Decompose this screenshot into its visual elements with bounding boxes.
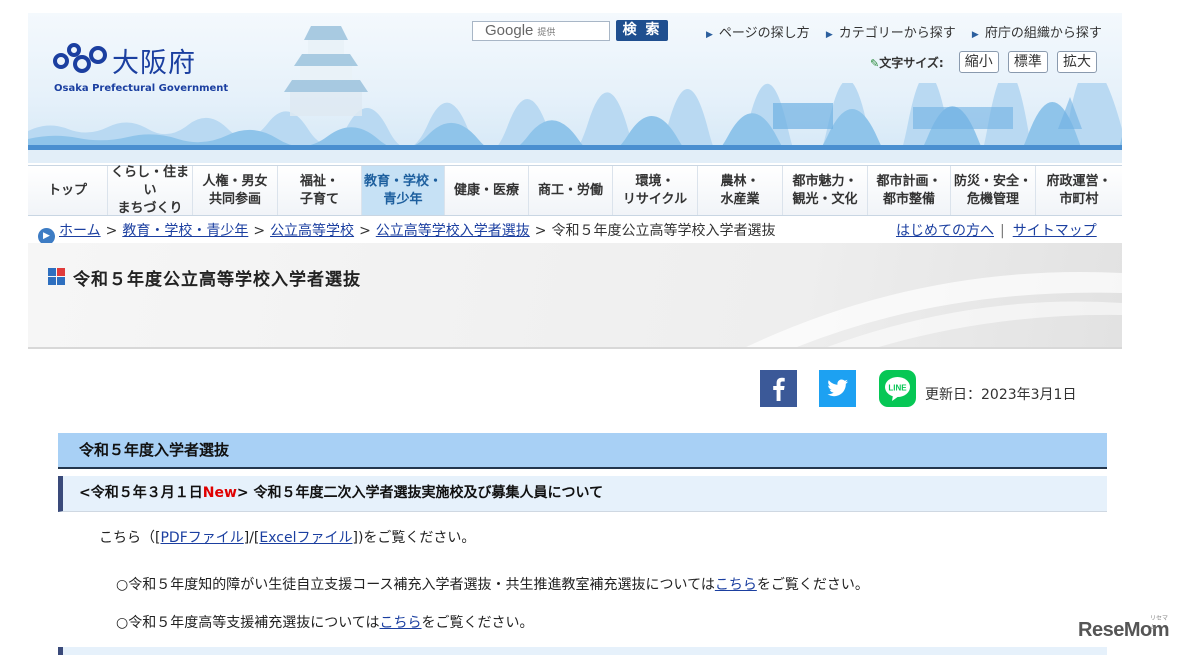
search-input[interactable]: Google 提供 — [472, 21, 610, 41]
search-button[interactable]: 検 索 — [616, 20, 668, 41]
logo-text[interactable]: 大阪府 — [112, 41, 196, 80]
utility-links: はじめての方へ | サイトマップ — [896, 223, 1097, 239]
svg-text:LINE: LINE — [888, 384, 907, 393]
nav-living[interactable]: くらし・住まい まちづくり — [108, 165, 193, 216]
updated-date: 更新日：2023年3月1日 — [925, 387, 1077, 403]
pen-icon: ✎ — [870, 56, 880, 70]
breadcrumb-admission[interactable]: 公立高等学校入学者選抜 — [376, 223, 530, 239]
triangle-right-icon: ▶ — [706, 30, 713, 40]
nav-administration[interactable]: 府政運営・ 市町村 — [1036, 166, 1122, 215]
osaka-logo-icon — [53, 43, 107, 73]
top-links: ▶ ページの探し方 ▶ カテゴリーから探す ▶ 府庁の組織から探す — [706, 22, 1114, 41]
triangle-right-icon: ▶ — [971, 30, 979, 40]
nav-human-rights[interactable]: 人権・男女 共同参画 — [193, 166, 278, 215]
nav-disaster[interactable]: 防災・安全・ 危機管理 — [951, 166, 1036, 215]
link-how-to-find[interactable]: ▶ ページの探し方 — [706, 26, 810, 41]
title-band: 令和５年度公立高等学校入学者選抜 — [28, 243, 1122, 349]
nav-welfare[interactable]: 福祉・ 子育て — [278, 166, 362, 215]
font-size-label: 文字サイズ: — [879, 55, 944, 70]
notice-paragraph-3: ○令和５年度高等支援補充選抜についてはこちらをご覧ください。 — [116, 615, 534, 631]
excel-file-link[interactable]: Excelファイル — [259, 530, 352, 546]
decorative-swoosh — [746, 271, 1122, 347]
breadcrumb-current: 令和５年度公立高等学校入学者選抜 — [551, 223, 776, 239]
nav-education[interactable]: 教育・学校・ 青少年 — [362, 166, 445, 215]
breadcrumb-public-high-school[interactable]: 公立高等学校 — [270, 223, 354, 239]
line-icon: LINE — [885, 377, 910, 401]
supplementary-selection-link[interactable]: こちら — [715, 577, 757, 593]
link-by-organization[interactable]: ▶ 府庁の組織から探す — [972, 26, 1102, 41]
section-heading: 令和５年度入学者選抜 — [58, 433, 1107, 469]
nav-health[interactable]: 健康・医療 — [445, 166, 529, 215]
notice-paragraph-1: こちら（[PDFファイル]/[Excelファイル])をご覧ください。 — [99, 530, 476, 546]
font-size-control: ✎文字サイズ: 縮小 標準 拡大 — [870, 51, 1097, 73]
osaka-castle-illustration — [284, 26, 368, 116]
link-by-category[interactable]: ▶ カテゴリーから探す — [826, 26, 956, 41]
breadcrumb: ▶ ホーム > 教育・学校・青少年 > 公立高等学校 > 公立高等学校入学者選抜 > 令和５年度公… — [38, 220, 776, 245]
google-brand: Google — [485, 22, 534, 39]
pdf-file-link[interactable]: PDFファイル — [160, 530, 243, 546]
new-badge: New — [202, 485, 237, 501]
nav-commerce[interactable]: 商工・労働 — [529, 166, 613, 215]
twitter-share-button[interactable] — [819, 370, 856, 407]
breadcrumb-home[interactable]: ホーム — [59, 223, 101, 239]
subsection-heading: <令和５年３月１日New> 令和５年度二次入学者選抜実施校及び募集人員について — [58, 476, 1107, 512]
nav-environment[interactable]: 環境・ リサイクル — [613, 166, 698, 215]
facebook-icon — [773, 377, 785, 401]
nav-agriculture[interactable]: 農林・ 水産業 — [698, 166, 783, 215]
font-size-large-button[interactable]: 拡大 — [1056, 51, 1097, 73]
title-squares-icon — [48, 268, 65, 285]
twitter-bird-icon — [827, 379, 848, 397]
font-size-small-button[interactable]: 縮小 — [958, 51, 999, 73]
page-title: 令和５年度公立高等学校入学者選抜 — [73, 270, 361, 290]
logo-subtitle: Osaka Prefectural Government — [54, 83, 229, 94]
site-header: 大阪府 Osaka Prefectural Government Google 提… — [28, 13, 1122, 163]
search-provided: 提供 — [537, 27, 556, 37]
nav-urban-planning[interactable]: 都市計画・ 都市整備 — [868, 166, 951, 215]
high-support-link[interactable]: こちら — [380, 615, 422, 631]
nav-tourism[interactable]: 都市魅力・ 観光・文化 — [783, 166, 868, 215]
sitemap-link[interactable]: サイトマップ — [1013, 223, 1097, 239]
first-visit-link[interactable]: はじめての方へ — [896, 223, 994, 239]
breadcrumb-education[interactable]: 教育・学校・青少年 — [122, 223, 248, 239]
facebook-share-button[interactable] — [760, 370, 797, 407]
resemom-watermark: ReseMom リセマム — [1078, 616, 1169, 641]
line-share-button[interactable]: LINE — [879, 370, 916, 407]
font-size-normal-button[interactable]: 標準 — [1007, 51, 1048, 73]
next-section-heading — [58, 647, 1107, 655]
nav-top[interactable]: トップ — [28, 166, 108, 215]
triangle-right-icon: ▶ — [825, 30, 833, 40]
skyline-illustration — [28, 83, 1122, 163]
global-nav: トップ くらし・住まい まちづくり 人権・男女 共同参画 福祉・ 子育て 教育・… — [28, 165, 1122, 216]
notice-paragraph-2: ○令和５年度知的障がい生徒自立支援コース補充入学者選抜・共生推進教室補充選抜につ… — [116, 577, 869, 593]
